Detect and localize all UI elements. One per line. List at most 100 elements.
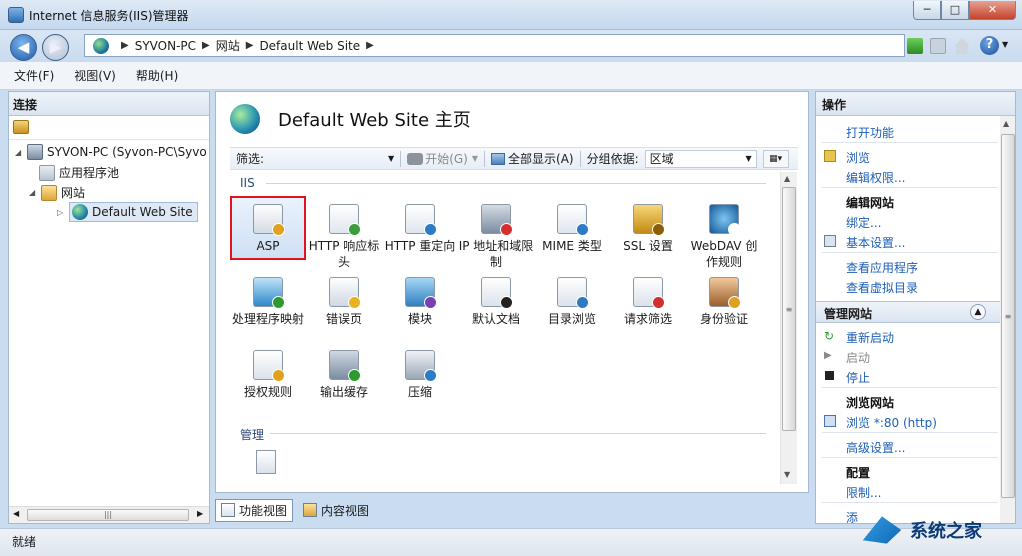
divider: [822, 142, 998, 143]
tree-item-server[interactable]: ◢ SYVON-PC (Syvon-PC\Syvo: [15, 144, 207, 160]
tab-features-view[interactable]: 功能视图: [215, 498, 294, 522]
chevron-right-icon[interactable]: ▷: [57, 208, 69, 217]
chevron-down-icon[interactable]: ◢: [29, 188, 41, 197]
feature-webdav[interactable]: WebDAV 创作规则: [686, 204, 762, 270]
forward-button[interactable]: ▶: [42, 34, 69, 61]
chevron-down-icon[interactable]: ◢: [15, 148, 27, 157]
start-filter-button[interactable]: 开始(G): [407, 150, 468, 167]
minimize-button[interactable]: ─: [913, 1, 941, 20]
feature-label: WebDAV 创作规则: [690, 239, 758, 269]
feature-http[interactable]: HTTP 重定向: [382, 204, 458, 254]
icon-badge: [424, 223, 437, 236]
menu-help[interactable]: 帮助(H): [136, 67, 178, 84]
feature-feature-1-0[interactable]: 处理程序映射: [230, 277, 306, 327]
filter-input[interactable]: [268, 149, 389, 168]
back-button[interactable]: ◀: [10, 34, 37, 61]
feature-feature-2-1[interactable]: 输出缓存: [306, 350, 382, 400]
scroll-down-icon[interactable]: ▼: [784, 470, 790, 479]
maximize-button[interactable]: □: [941, 1, 969, 20]
chevron-down-icon[interactable]: ▼: [388, 154, 394, 163]
vertical-scrollbar[interactable]: ▲ ≡ ▼: [780, 172, 797, 484]
feature-feature-1-4[interactable]: 目录浏览: [534, 277, 610, 327]
breadcrumb[interactable]: ▶ SYVON-PC ▶ 网站 ▶ Default Web Site ▶: [84, 34, 905, 57]
feature-feature-1-5[interactable]: 请求筛选: [610, 277, 686, 327]
action-open-feature[interactable]: 打开功能: [846, 124, 894, 141]
show-all-button[interactable]: 全部显示(A): [491, 150, 574, 167]
scroll-up-icon[interactable]: ▲: [784, 174, 790, 183]
feature-feature-2-2[interactable]: 压缩: [382, 350, 458, 400]
group-by-select[interactable]: 区域 ▼: [644, 149, 757, 168]
scroll-thumb[interactable]: ≡: [782, 187, 796, 431]
feature-feature-1-2[interactable]: 模块: [382, 277, 458, 327]
folder-icon: [41, 184, 57, 201]
action-limits[interactable]: 限制...: [846, 484, 881, 501]
chevron-down-icon[interactable]: ▼: [1002, 40, 1008, 49]
tree-item-sites[interactable]: ◢ 网站: [29, 184, 85, 201]
feature-ip[interactable]: IP 地址和域限制: [458, 204, 534, 270]
mime-types-icon: [557, 204, 589, 236]
menu-file[interactable]: 文件(F): [14, 67, 54, 84]
feature-label: 压缩: [407, 385, 432, 399]
action-basic-settings[interactable]: 基本设置...: [846, 234, 905, 251]
feature-feature-1-6[interactable]: 身份验证: [686, 277, 762, 327]
manage-site-header[interactable]: 管理网站 ▲: [816, 301, 1002, 323]
scroll-thumb[interactable]: ≡: [1001, 134, 1015, 498]
crumb-separator: ▶: [202, 40, 210, 51]
watermark-text: 系统之家: [910, 521, 982, 542]
action-browse-80[interactable]: 浏览 *:80 (http): [846, 414, 937, 431]
menu-view[interactable]: 视图(V): [74, 67, 116, 84]
crumb-sites[interactable]: 网站: [216, 37, 240, 54]
action-view-apps[interactable]: 查看应用程序: [846, 259, 918, 276]
feature-ssl[interactable]: SSL 设置: [610, 204, 686, 254]
connect-icon[interactable]: [13, 120, 29, 134]
view-mode-button[interactable]: ▦▾: [762, 149, 789, 168]
action-cut-off[interactable]: 添: [846, 509, 858, 523]
icon-badge: [348, 223, 361, 236]
authorization-icon: [253, 350, 285, 382]
scroll-up-icon[interactable]: ▲: [1003, 119, 1009, 128]
crumb-site[interactable]: Default Web Site: [259, 39, 360, 53]
view-tabs: 功能视图 内容视图: [215, 497, 809, 523]
action-bindings[interactable]: 绑定...: [846, 214, 881, 231]
asp-icon: [253, 204, 285, 236]
group-by-value: 区域: [649, 152, 674, 166]
feature-http[interactable]: HTTP 响应标头: [306, 204, 382, 270]
tree-item-app-pools[interactable]: 应用程序池: [39, 164, 119, 181]
features-panel: Default Web Site 主页 筛选: ▼ 开始(G) ▼ 全部显示(A…: [215, 91, 809, 493]
collapse-icon[interactable]: ▲: [970, 304, 986, 320]
feature-mime[interactable]: MIME 类型: [534, 204, 610, 254]
feature-label: 输出缓存: [319, 385, 368, 399]
tree-item-selected[interactable]: Default Web Site: [69, 202, 198, 222]
action-advanced-settings[interactable]: 高级设置...: [846, 439, 905, 456]
scroll-right-icon[interactable]: ▶: [197, 509, 203, 518]
action-stop[interactable]: 停止: [846, 369, 870, 386]
close-button[interactable]: ✕: [969, 1, 1016, 20]
stop-icon[interactable]: [930, 38, 946, 54]
scroll-thumb[interactable]: |||: [27, 509, 189, 521]
crumb-separator: ▶: [121, 40, 129, 51]
divider: [822, 457, 998, 458]
ip-restrictions-icon: [481, 204, 513, 236]
vertical-scrollbar[interactable]: ▲ ≡: [1000, 116, 1015, 523]
action-edit-permissions[interactable]: 编辑权限...: [846, 169, 905, 186]
action-explore[interactable]: 浏览: [846, 149, 870, 166]
crumb-server[interactable]: SYVON-PC: [135, 39, 196, 53]
feature-feature-1-1[interactable]: 错误页: [306, 277, 382, 327]
scroll-left-icon[interactable]: ◀: [13, 509, 19, 518]
feature-feature-1-3[interactable]: 默认文档: [458, 277, 534, 327]
horizontal-scrollbar[interactable]: ◀ ||| ▶: [9, 506, 209, 523]
refresh-icon[interactable]: [907, 38, 923, 54]
action-view-vdirs[interactable]: 查看虚拟目录: [846, 279, 918, 296]
action-start[interactable]: 启动: [846, 349, 870, 366]
feature-asp[interactable]: ASP: [230, 196, 306, 260]
manage-site-title: 管理网站: [824, 307, 873, 321]
group-title-manage: 管理: [240, 428, 265, 442]
action-restart[interactable]: 重新启动: [846, 329, 894, 346]
configuration-editor-icon[interactable]: [256, 450, 276, 474]
feature-feature-2-0[interactable]: 授权规则: [230, 350, 306, 400]
chevron-down-icon[interactable]: ▼: [472, 154, 478, 163]
icon-badge: [424, 296, 437, 309]
tree-item-default-site[interactable]: ▷ Default Web Site: [57, 202, 198, 222]
help-icon[interactable]: ?: [980, 36, 999, 55]
tab-content-view[interactable]: 内容视图: [297, 499, 375, 522]
